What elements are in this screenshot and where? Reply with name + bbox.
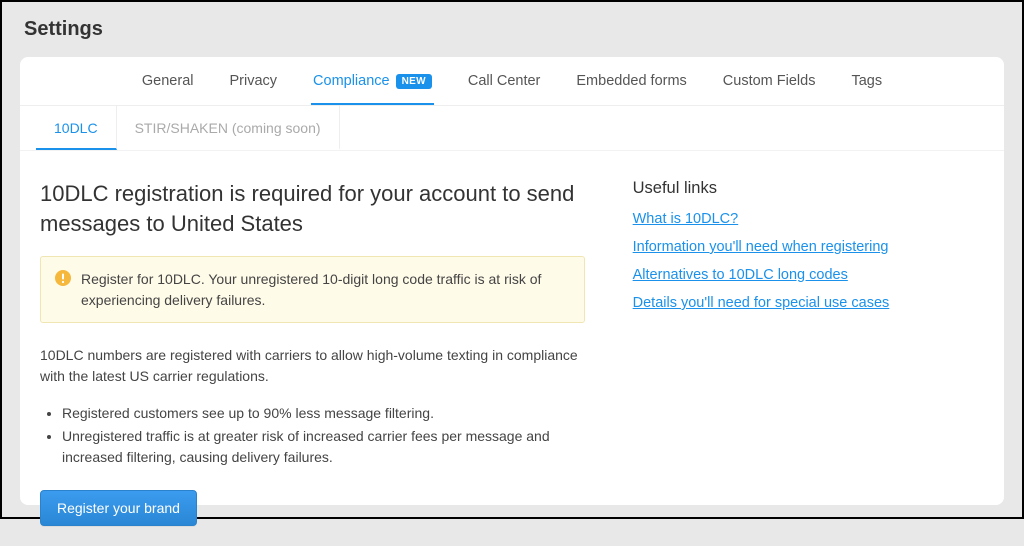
register-brand-button[interactable]: Register your brand [40,490,197,526]
sidebar-heading: Useful links [633,179,984,198]
tab-label: Call Center [468,73,541,89]
sidebar-column: Useful links What is 10DLC? Information … [633,179,984,526]
settings-card: General Privacy Compliance NEW Call Cent… [20,57,1004,505]
useful-links-list: What is 10DLC? Information you'll need w… [633,210,984,312]
bullet-item: Registered customers see up to 90% less … [62,403,585,424]
subtab-10dlc[interactable]: 10DLC [36,106,117,150]
tab-label: Privacy [229,73,277,89]
content-heading: 10DLC registration is required for your … [40,179,585,238]
tab-label: Tags [851,73,882,89]
content-wrap: 10DLC registration is required for your … [20,151,1004,546]
settings-frame: Settings General Privacy Compliance NEW … [0,0,1024,519]
alert-text: Register for 10DLC. Your unregistered 10… [81,269,570,310]
tab-custom-fields[interactable]: Custom Fields [721,57,818,105]
body-text: 10DLC numbers are registered with carrie… [40,345,585,387]
link-alternatives[interactable]: Alternatives to 10DLC long codes [633,267,848,283]
link-info-registering[interactable]: Information you'll need when registering [633,239,889,255]
tab-tags[interactable]: Tags [849,57,884,105]
tabs-primary: General Privacy Compliance NEW Call Cent… [20,57,1004,106]
tabs-secondary: 10DLC STIR/SHAKEN (coming soon) [20,106,1004,151]
tab-general[interactable]: General [140,57,196,105]
link-special-use-cases[interactable]: Details you'll need for special use case… [633,295,890,311]
bullet-item: Unregistered traffic is at greater risk … [62,426,585,468]
main-column: 10DLC registration is required for your … [40,179,585,526]
page-title: Settings [2,2,1022,57]
bullet-list: Registered customers see up to 90% less … [40,403,585,468]
tab-compliance[interactable]: Compliance NEW [311,57,434,105]
tab-privacy[interactable]: Privacy [227,57,279,105]
tab-label: Custom Fields [723,73,816,89]
tab-embedded-forms[interactable]: Embedded forms [574,57,688,105]
tab-label: Compliance [313,73,390,89]
subtab-label: 10DLC [54,120,98,136]
tab-label: Embedded forms [576,73,686,89]
warning-icon [55,270,71,286]
link-what-is-10dlc[interactable]: What is 10DLC? [633,211,739,227]
warning-alert: Register for 10DLC. Your unregistered 10… [40,256,585,323]
new-badge: NEW [396,74,432,89]
tab-label: General [142,73,194,89]
tab-call-center[interactable]: Call Center [466,57,543,105]
subtab-stir-shaken[interactable]: STIR/SHAKEN (coming soon) [117,106,340,150]
subtab-label: STIR/SHAKEN (coming soon) [135,120,321,136]
